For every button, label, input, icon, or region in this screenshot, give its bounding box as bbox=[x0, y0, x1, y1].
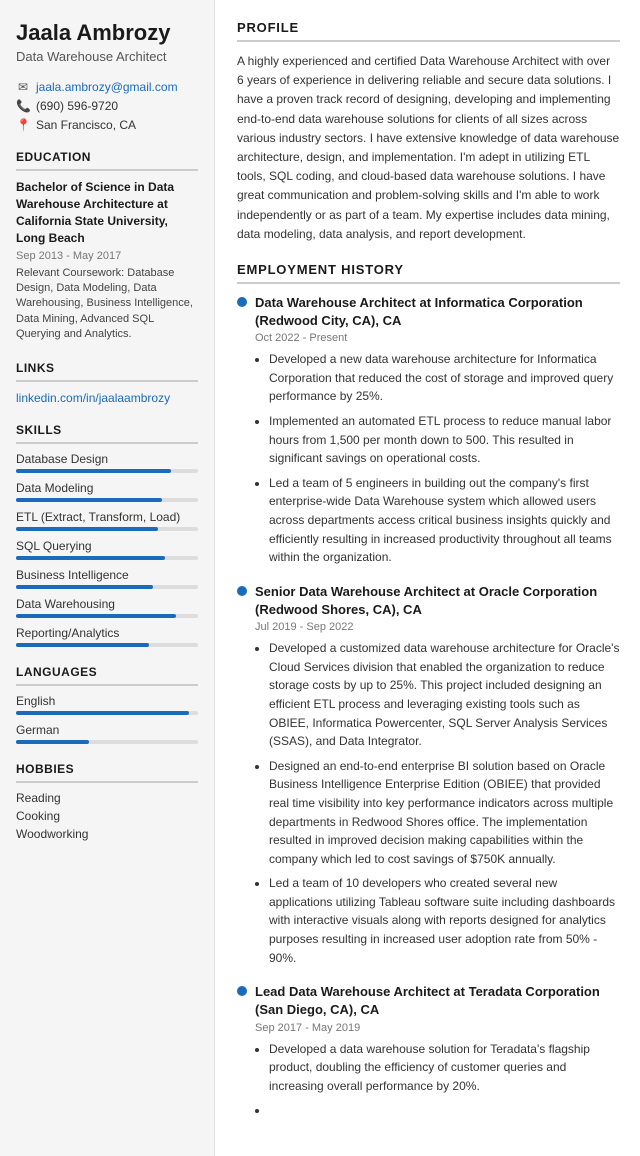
job-dot bbox=[237, 986, 247, 996]
job-bullet: Developed a new data warehouse architect… bbox=[269, 350, 620, 406]
linkedin-link[interactable]: linkedin.com/in/jaalaambrozy bbox=[16, 390, 198, 405]
candidate-name: Jaala Ambrozy bbox=[16, 20, 198, 46]
skill-bar-bg bbox=[16, 585, 198, 589]
job-bullet: Designed an end-to-end enterprise BI sol… bbox=[269, 757, 620, 869]
job-entry: Data Warehouse Architect at Informatica … bbox=[237, 294, 620, 567]
job-bullet: Led a team of 5 engineers in building ou… bbox=[269, 474, 620, 567]
skill-bar-fill bbox=[16, 643, 149, 647]
location-icon: 📍 bbox=[16, 118, 30, 132]
job-dot bbox=[237, 586, 247, 596]
skills-list: Database Design Data Modeling ETL (Extra… bbox=[16, 452, 198, 647]
edu-dates: Sep 2013 - May 2017 bbox=[16, 250, 198, 262]
hobbies-section-title: HOBBIES bbox=[16, 762, 198, 783]
skill-item: Database Design bbox=[16, 452, 198, 473]
skills-section-title: SKILLS bbox=[16, 423, 198, 444]
links-section-title: LINKS bbox=[16, 361, 198, 382]
skill-item: Data Modeling bbox=[16, 481, 198, 502]
contact-email: ✉ jaala.ambrozy@gmail.com bbox=[16, 80, 198, 94]
job-bullets: Developed a customized data warehouse ar… bbox=[255, 639, 620, 967]
language-item: English bbox=[16, 694, 198, 715]
skill-bar-fill bbox=[16, 469, 171, 473]
profile-text: A highly experienced and certified Data … bbox=[237, 52, 620, 244]
profile-section-title: PROFILE bbox=[237, 20, 620, 42]
hobby-item: Woodworking bbox=[16, 827, 198, 841]
edu-coursework: Relevant Coursework: Database Design, Da… bbox=[16, 266, 198, 343]
language-item: German bbox=[16, 723, 198, 744]
education-section-title: EDUCATION bbox=[16, 150, 198, 171]
language-label: English bbox=[16, 694, 198, 708]
job-bullet: Developed a data warehouse solution for … bbox=[269, 1040, 620, 1096]
skill-bar-fill bbox=[16, 498, 162, 502]
hobbies-list: Reading Cooking Woodworking bbox=[16, 791, 198, 841]
skill-bar-bg bbox=[16, 614, 198, 618]
job-bullets: Developed a new data warehouse architect… bbox=[255, 350, 620, 567]
skill-bar-bg bbox=[16, 556, 198, 560]
location-text: San Francisco, CA bbox=[36, 118, 136, 132]
skill-item: SQL Querying bbox=[16, 539, 198, 560]
job-header: Data Warehouse Architect at Informatica … bbox=[237, 294, 620, 330]
candidate-title: Data Warehouse Architect bbox=[16, 49, 198, 64]
job-title: Data Warehouse Architect at Informatica … bbox=[255, 294, 620, 330]
skill-bar-fill bbox=[16, 556, 165, 560]
languages-list: English German bbox=[16, 694, 198, 744]
email-icon: ✉ bbox=[16, 80, 30, 94]
skill-label: Data Modeling bbox=[16, 481, 198, 495]
skill-bar-bg bbox=[16, 527, 198, 531]
skill-item: ETL (Extract, Transform, Load) bbox=[16, 510, 198, 531]
skill-label: Data Warehousing bbox=[16, 597, 198, 611]
jobs-list: Data Warehouse Architect at Informatica … bbox=[237, 294, 620, 1120]
skill-bar-bg bbox=[16, 469, 198, 473]
skill-bar-fill bbox=[16, 585, 153, 589]
job-header: Senior Data Warehouse Architect at Oracl… bbox=[237, 583, 620, 619]
job-dates: Sep 2017 - May 2019 bbox=[255, 1022, 620, 1034]
phone-icon: 📞 bbox=[16, 99, 30, 113]
job-dot bbox=[237, 297, 247, 307]
job-title: Lead Data Warehouse Architect at Teradat… bbox=[255, 983, 620, 1019]
skill-item: Reporting/Analytics bbox=[16, 626, 198, 647]
contact-phone: 📞 (690) 596-9720 bbox=[16, 99, 198, 113]
skill-label: Business Intelligence bbox=[16, 568, 198, 582]
edu-degree: Bachelor of Science in Data Warehouse Ar… bbox=[16, 179, 198, 246]
job-header: Lead Data Warehouse Architect at Teradat… bbox=[237, 983, 620, 1019]
job-dates: Oct 2022 - Present bbox=[255, 332, 620, 344]
language-bar-fill bbox=[16, 711, 189, 715]
languages-section-title: LANGUAGES bbox=[16, 665, 198, 686]
language-bar-bg bbox=[16, 740, 198, 744]
job-entry: Senior Data Warehouse Architect at Oracl… bbox=[237, 583, 620, 967]
skill-label: SQL Querying bbox=[16, 539, 198, 553]
skill-bar-bg bbox=[16, 498, 198, 502]
main-content: PROFILE A highly experienced and certifi… bbox=[215, 0, 640, 1156]
skill-bar-fill bbox=[16, 614, 176, 618]
language-bar-fill bbox=[16, 740, 89, 744]
job-bullets: Developed a data warehouse solution for … bbox=[255, 1040, 620, 1120]
skill-label: Reporting/Analytics bbox=[16, 626, 198, 640]
job-bullet: Led a team of 10 developers who created … bbox=[269, 874, 620, 967]
email-link[interactable]: jaala.ambrozy@gmail.com bbox=[36, 80, 178, 94]
sidebar: Jaala Ambrozy Data Warehouse Architect ✉… bbox=[0, 0, 215, 1156]
language-bar-bg bbox=[16, 711, 198, 715]
job-title: Senior Data Warehouse Architect at Oracl… bbox=[255, 583, 620, 619]
linkedin-anchor[interactable]: linkedin.com/in/jaalaambrozy bbox=[16, 391, 170, 405]
skill-label: ETL (Extract, Transform, Load) bbox=[16, 510, 198, 524]
job-bullet: Developed a customized data warehouse ar… bbox=[269, 639, 620, 751]
job-entry: Lead Data Warehouse Architect at Teradat… bbox=[237, 983, 620, 1120]
phone-text: (690) 596-9720 bbox=[36, 99, 118, 113]
skill-label: Database Design bbox=[16, 452, 198, 466]
skill-bar-fill bbox=[16, 527, 158, 531]
hobby-item: Cooking bbox=[16, 809, 198, 823]
skill-item: Data Warehousing bbox=[16, 597, 198, 618]
employment-section-title: EMPLOYMENT HISTORY bbox=[237, 262, 620, 284]
job-bullet bbox=[269, 1101, 620, 1120]
contact-location: 📍 San Francisco, CA bbox=[16, 118, 198, 132]
job-dates: Jul 2019 - Sep 2022 bbox=[255, 621, 620, 633]
skill-item: Business Intelligence bbox=[16, 568, 198, 589]
language-label: German bbox=[16, 723, 198, 737]
skill-bar-bg bbox=[16, 643, 198, 647]
hobby-item: Reading bbox=[16, 791, 198, 805]
job-bullet: Implemented an automated ETL process to … bbox=[269, 412, 620, 468]
